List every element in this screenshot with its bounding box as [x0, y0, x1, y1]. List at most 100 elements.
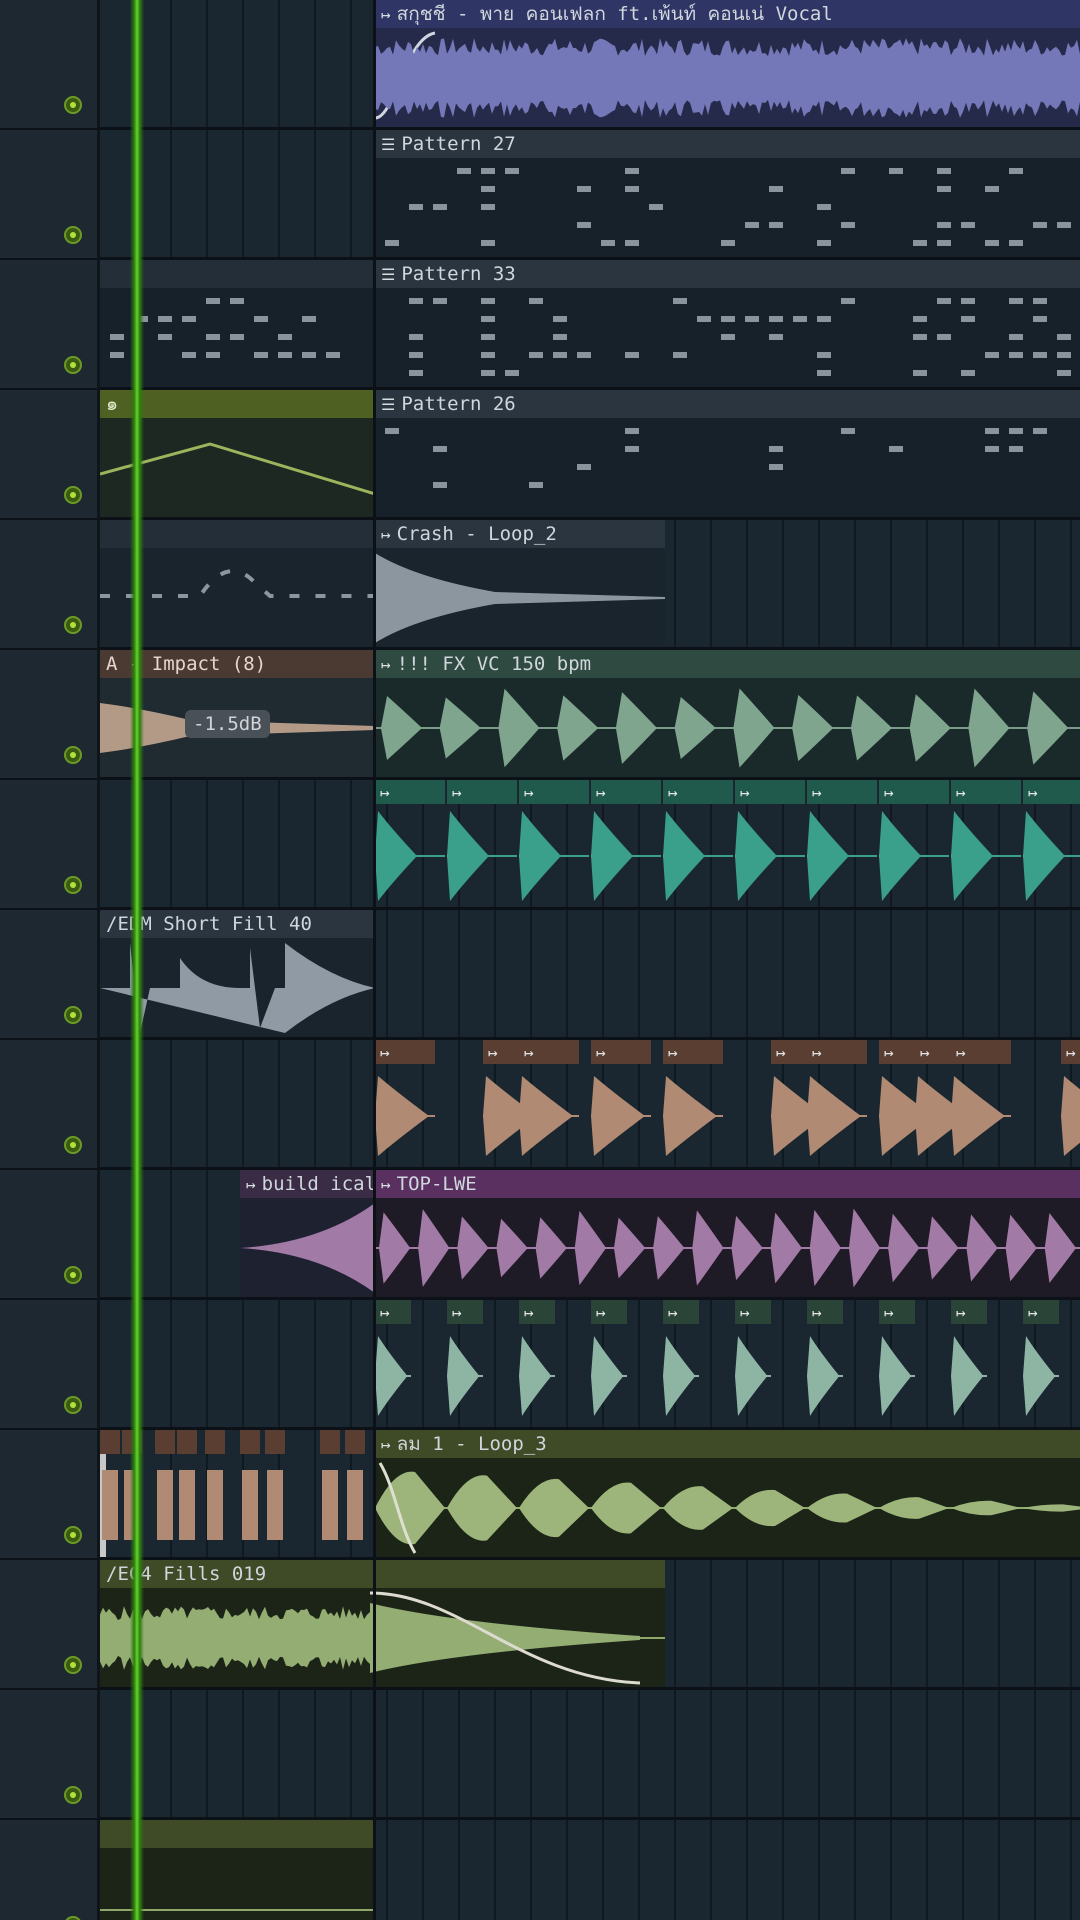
track-enable-led[interactable] [64, 226, 82, 244]
audio-hit-clip[interactable]: ↦ [879, 1300, 915, 1416]
clip-ec4-fills[interactable]: /EC4 Fills 019 [100, 1560, 665, 1687]
audio-hit-clip[interactable]: ↦ [663, 780, 733, 901]
track-enable-led[interactable] [64, 1006, 82, 1024]
audio-hit-clip[interactable]: ↦ [519, 1040, 579, 1156]
pattern-note [481, 316, 495, 322]
playlist-lane[interactable] [100, 1690, 1080, 1820]
clip-pattern-27[interactable]: ☰ Pattern 27 [375, 130, 1080, 257]
clip-lom-loop[interactable]: ↦ ลม 1 - Loop_3 [375, 1430, 1080, 1557]
track-header[interactable] [0, 650, 100, 780]
track-enable-led[interactable] [64, 486, 82, 504]
pattern-note [158, 334, 172, 340]
clip-build[interactable]: ↦ build ical [240, 1170, 375, 1297]
pattern-note [481, 186, 495, 192]
clip-fx-vc[interactable]: ↦ !!! FX VC 150 bpm [375, 650, 1080, 777]
audio-hit-clip[interactable]: ↦ [807, 1300, 843, 1416]
audio-hit-clip[interactable]: ↦ [663, 1300, 699, 1416]
track-header[interactable] [0, 910, 100, 1040]
audio-hit-clip[interactable]: ↦ [375, 1300, 411, 1416]
audio-slice-clip[interactable] [155, 1430, 175, 1540]
waveform: ↦ ↦ ↦ ↦ ↦ ↦ ↦ ↦ ↦ ↦ [375, 1300, 1059, 1416]
track-header[interactable] [0, 390, 100, 520]
track-header[interactable] [0, 1430, 100, 1560]
track-header[interactable] [0, 1820, 100, 1920]
clip-teal-kicks[interactable]: ↦ ↦ ↦ ↦ ↦ ↦ ↦ ↦ ↦ ↦ [375, 780, 1080, 907]
waveform [240, 1198, 375, 1297]
audio-clip-icon: ↦ [380, 1043, 390, 1062]
track-enable-led[interactable] [64, 1526, 82, 1544]
audio-hit-clip[interactable]: ↦ [807, 1040, 867, 1156]
audio-clip-icon: ↦ [776, 1043, 786, 1062]
audio-slice-clip[interactable] [345, 1430, 365, 1540]
track-header[interactable] [0, 1040, 100, 1170]
playlist-area[interactable]: ↦ สกุชชี - พาย คอนเฟลก ft.เพ้นท์ คอนเน่ … [100, 0, 1080, 1920]
audio-hit-clip[interactable]: ↦ [951, 780, 1021, 901]
clip-top-lwe[interactable]: ↦ TOP-LWE [375, 1170, 1080, 1297]
clip-vocal[interactable]: ↦ สกุชชี - พาย คอนเฟลก ft.เพ้นท์ คอนเน่ … [375, 0, 1080, 127]
track-enable-led[interactable] [64, 876, 82, 894]
audio-hit-clip[interactable]: ↦ [591, 780, 661, 901]
clip-green-hits[interactable]: ↦ ↦ ↦ ↦ ↦ ↦ ↦ ↦ ↦ ↦ [375, 1300, 1080, 1427]
track-enable-led[interactable] [64, 356, 82, 374]
clip-crash-loop[interactable]: ↦ Crash - Loop_2 [375, 520, 665, 647]
clip-brown-hits[interactable]: ↦ ↦ ↦ ↦ ↦ ↦ ↦ ↦ ↦ ↦ ↦ [375, 1040, 1080, 1167]
pattern-note [409, 298, 423, 304]
track-enable-led[interactable] [64, 1786, 82, 1804]
clip-pattern-33[interactable]: ☰ Pattern 33 [375, 260, 1080, 387]
track-header[interactable] [0, 130, 100, 260]
track-enable-led[interactable] [64, 1136, 82, 1154]
audio-hit-clip[interactable]: ↦ [447, 1300, 483, 1416]
pattern-note [721, 240, 735, 246]
track-header[interactable] [0, 1560, 100, 1690]
audio-hit-clip[interactable]: ↦ [951, 1300, 987, 1416]
audio-hit-clip[interactable]: ↦ [519, 780, 589, 901]
audio-hit-clip[interactable]: ↦ [1023, 780, 1080, 901]
track-enable-led[interactable] [64, 746, 82, 764]
track-header[interactable] [0, 1690, 100, 1820]
audio-hit-clip[interactable]: ↦ [807, 780, 877, 901]
pattern-note [409, 352, 423, 358]
track-enable-led[interactable] [64, 1396, 82, 1414]
pattern-note [625, 240, 639, 246]
audio-clip-icon: ↦ [668, 1303, 678, 1322]
audio-hit-clip[interactable]: ↦ [591, 1040, 651, 1156]
playhead-marker[interactable] [130, 0, 144, 1920]
audio-hit-clip[interactable]: ↦ [879, 780, 949, 901]
audio-hit-clip[interactable]: ↦ [447, 780, 517, 901]
audio-hit-clip[interactable]: ↦ [663, 1040, 723, 1156]
pattern-note [302, 352, 316, 358]
clip-pattern-26[interactable]: ☰ Pattern 26 [375, 390, 1080, 517]
track-header[interactable] [0, 520, 100, 650]
audio-hit-clip[interactable]: ↦ [1023, 1300, 1059, 1416]
audio-slice-clip[interactable] [205, 1430, 225, 1540]
audio-slice-clip[interactable] [240, 1430, 260, 1540]
waveform: ↦ ↦ ↦ ↦ ↦ ↦ ↦ ↦ ↦ ↦ [375, 780, 1080, 901]
audio-hit-clip[interactable]: ↦ [591, 1300, 627, 1416]
track-enable-led[interactable] [64, 1656, 82, 1674]
track-header[interactable] [0, 0, 100, 130]
track-header[interactable] [0, 1170, 100, 1300]
track-header[interactable] [0, 780, 100, 910]
audio-hit-clip[interactable]: ↦ [951, 1040, 1011, 1156]
track-header[interactable] [0, 1300, 100, 1430]
audio-slice-clip[interactable] [177, 1430, 197, 1540]
pattern-note [1033, 316, 1047, 322]
audio-hit-clip[interactable]: ↦ [375, 1040, 435, 1156]
audio-hit-clip[interactable]: ↦ [735, 780, 805, 901]
audio-hit-clip[interactable]: ↦ [519, 1300, 555, 1416]
track-header[interactable] [0, 260, 100, 390]
track-enable-led[interactable] [64, 1266, 82, 1284]
audio-hit-clip[interactable]: ↦ [1061, 1040, 1080, 1156]
track-enable-led[interactable] [64, 616, 82, 634]
pattern-note [937, 222, 951, 228]
audio-hit-clip[interactable]: ↦ [375, 780, 445, 901]
pattern-note [230, 298, 244, 304]
audio-slice-clip[interactable] [100, 1430, 120, 1540]
audio-slice-clip[interactable] [265, 1430, 285, 1540]
pattern-note [721, 316, 735, 322]
audio-hit-clip[interactable]: ↦ [735, 1300, 771, 1416]
track-enable-led[interactable] [64, 96, 82, 114]
pattern-note [985, 186, 999, 192]
pattern-note [889, 446, 903, 452]
audio-slice-clip[interactable] [320, 1430, 340, 1540]
